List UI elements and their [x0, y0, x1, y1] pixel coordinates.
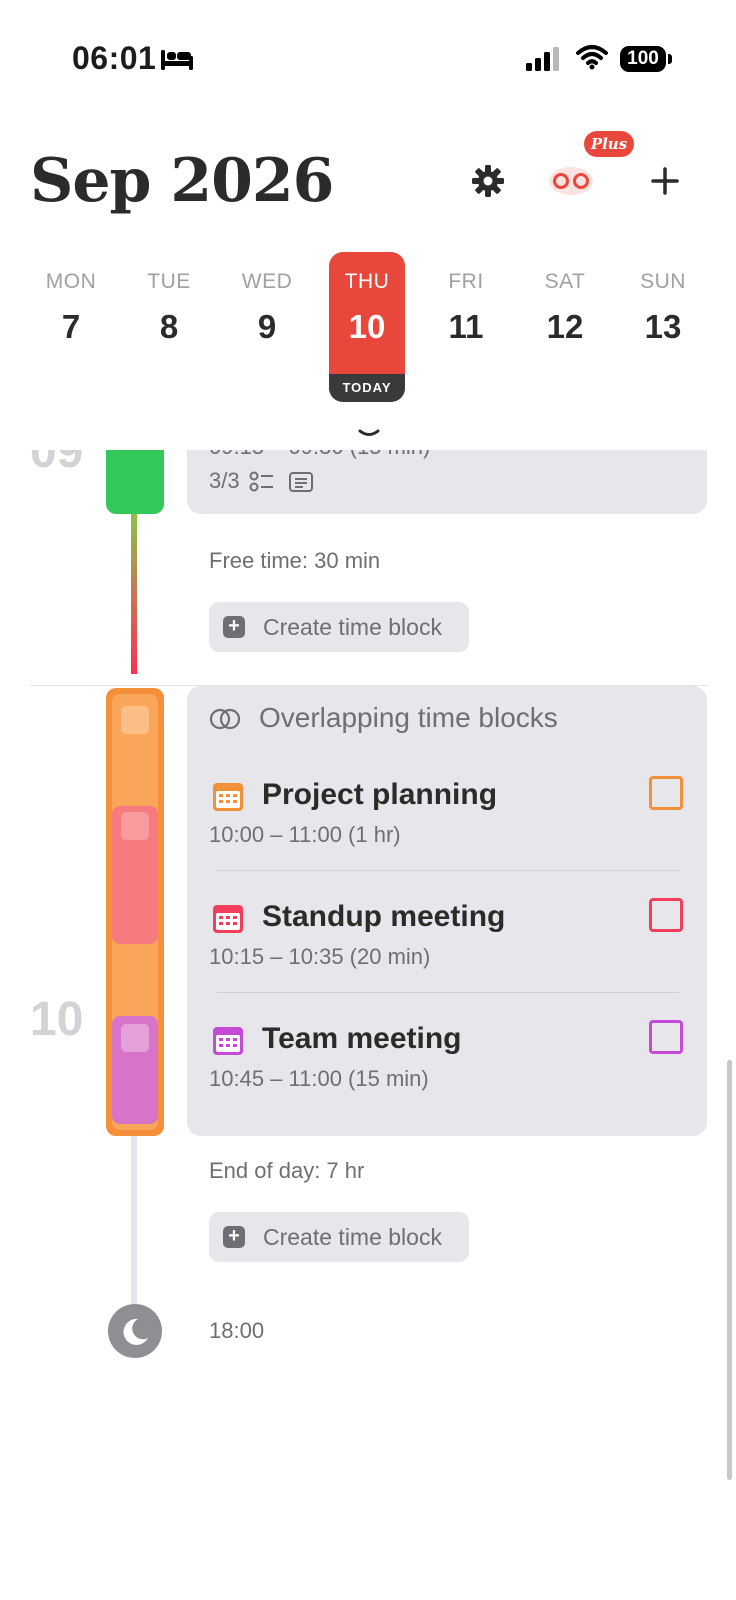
calendar-icon [213, 783, 243, 811]
moon-icon [108, 1304, 162, 1358]
task-row[interactable]: Project planning 10:00 – 11:00 (1 hr) [187, 760, 707, 870]
plus-badge[interactable]: Plus [584, 131, 634, 157]
month-title[interactable]: Sep 2026 [30, 146, 334, 216]
divider [217, 992, 679, 993]
focus-mode-icon[interactable] [548, 166, 594, 196]
overlap-icon [209, 708, 241, 730]
calendar-icon [213, 1027, 243, 1055]
overlap-header: Overlapping time blocks [259, 702, 558, 733]
create-time-block-button-2[interactable]: + Create time block [209, 1212, 469, 1262]
free-time-label: Free time: 30 min [209, 548, 381, 573]
divider [217, 870, 679, 871]
day-name: MON [45, 270, 97, 293]
day-name: SAT [544, 270, 586, 293]
scrollbar[interactable] [727, 1060, 732, 1480]
day-wed[interactable]: WED 9 [229, 252, 305, 402]
day-fri[interactable]: FRI 11 [428, 252, 504, 402]
task-checkbox[interactable] [649, 1020, 683, 1054]
create-time-block-label: Create time block [263, 614, 442, 640]
hour-label-09: 09 [30, 450, 84, 478]
day-number: 9 [257, 308, 277, 345]
bed-icon [161, 50, 193, 70]
day-sun[interactable]: SUN 13 [625, 252, 701, 402]
create-time-block-button[interactable]: + Create time block [209, 602, 469, 652]
day-name: FRI [448, 270, 484, 293]
plus-square-icon: + [223, 616, 245, 638]
calendar-icon [121, 1024, 149, 1052]
day-name: TUE [147, 270, 191, 293]
end-of-day-label: End of day: 7 hr [209, 1158, 365, 1183]
day-tue[interactable]: TUE 8 [131, 252, 207, 402]
prev-block-time: 09:15 – 09:30 (15 min) [209, 450, 430, 460]
create-time-block-label: Create time block [263, 1224, 442, 1250]
timeline-connector-end [131, 1136, 137, 1306]
day-name: WED [241, 270, 293, 293]
today-label: TODAY [329, 374, 405, 402]
task-checkbox[interactable] [649, 898, 683, 932]
block-bar-green[interactable] [106, 450, 164, 514]
day-number: 7 [61, 308, 81, 345]
day-number: 12 [546, 308, 584, 345]
notes-icon [289, 472, 313, 492]
day-number: 10 [348, 308, 386, 345]
task-title: Standup meeting [262, 900, 506, 933]
calendar-icon [121, 812, 149, 840]
task-time: 10:00 – 11:00 (1 hr) [209, 822, 401, 847]
calendar-icon [213, 905, 243, 933]
add-icon[interactable] [650, 166, 680, 196]
task-title: Team meeting [262, 1022, 462, 1055]
timeline[interactable]: 09 09:15 – 09:30 (15 min) 3/3 Free time:… [0, 450, 736, 1600]
task-time: 10:45 – 11:00 (15 min) [209, 1066, 429, 1091]
subtask-count: 3/3 [209, 468, 240, 493]
day-number: 11 [448, 308, 484, 345]
battery-cap [668, 54, 672, 64]
day-mon[interactable]: MON 7 [33, 252, 109, 402]
prev-block-card[interactable]: 09:15 – 09:30 (15 min) 3/3 [187, 450, 707, 514]
task-title: Project planning [262, 778, 498, 811]
hour-label-10: 10 [30, 993, 84, 1046]
end-time-label: 18:00 [209, 1318, 265, 1343]
task-time: 10:15 – 10:35 (20 min) [209, 944, 431, 969]
signal-icon [526, 47, 559, 71]
wifi-icon [576, 45, 608, 70]
day-thu-today[interactable]: THU 10 TODAY [329, 252, 405, 402]
chevron-down-icon[interactable] [358, 428, 380, 440]
day-sat[interactable]: SAT 12 [527, 252, 603, 402]
battery-indicator: 100 [620, 46, 666, 72]
task-checkbox[interactable] [649, 776, 683, 810]
overlap-card[interactable]: Overlapping time blocks Project planning… [187, 686, 707, 1136]
day-number: 13 [644, 308, 682, 345]
task-row[interactable]: Team meeting 10:45 – 11:00 (15 min) [187, 1004, 707, 1114]
timeline-connector [131, 514, 137, 674]
plus-square-icon: + [223, 1226, 245, 1248]
gear-icon[interactable] [472, 165, 504, 197]
calendar-icon [121, 706, 149, 734]
task-row[interactable]: Standup meeting 10:15 – 10:35 (20 min) [187, 882, 707, 992]
day-number: 8 [159, 308, 179, 345]
status-time: 06:01 [72, 40, 157, 76]
day-name: THU [344, 270, 390, 293]
checklist-icon [249, 471, 273, 492]
day-name: SUN [640, 270, 686, 293]
